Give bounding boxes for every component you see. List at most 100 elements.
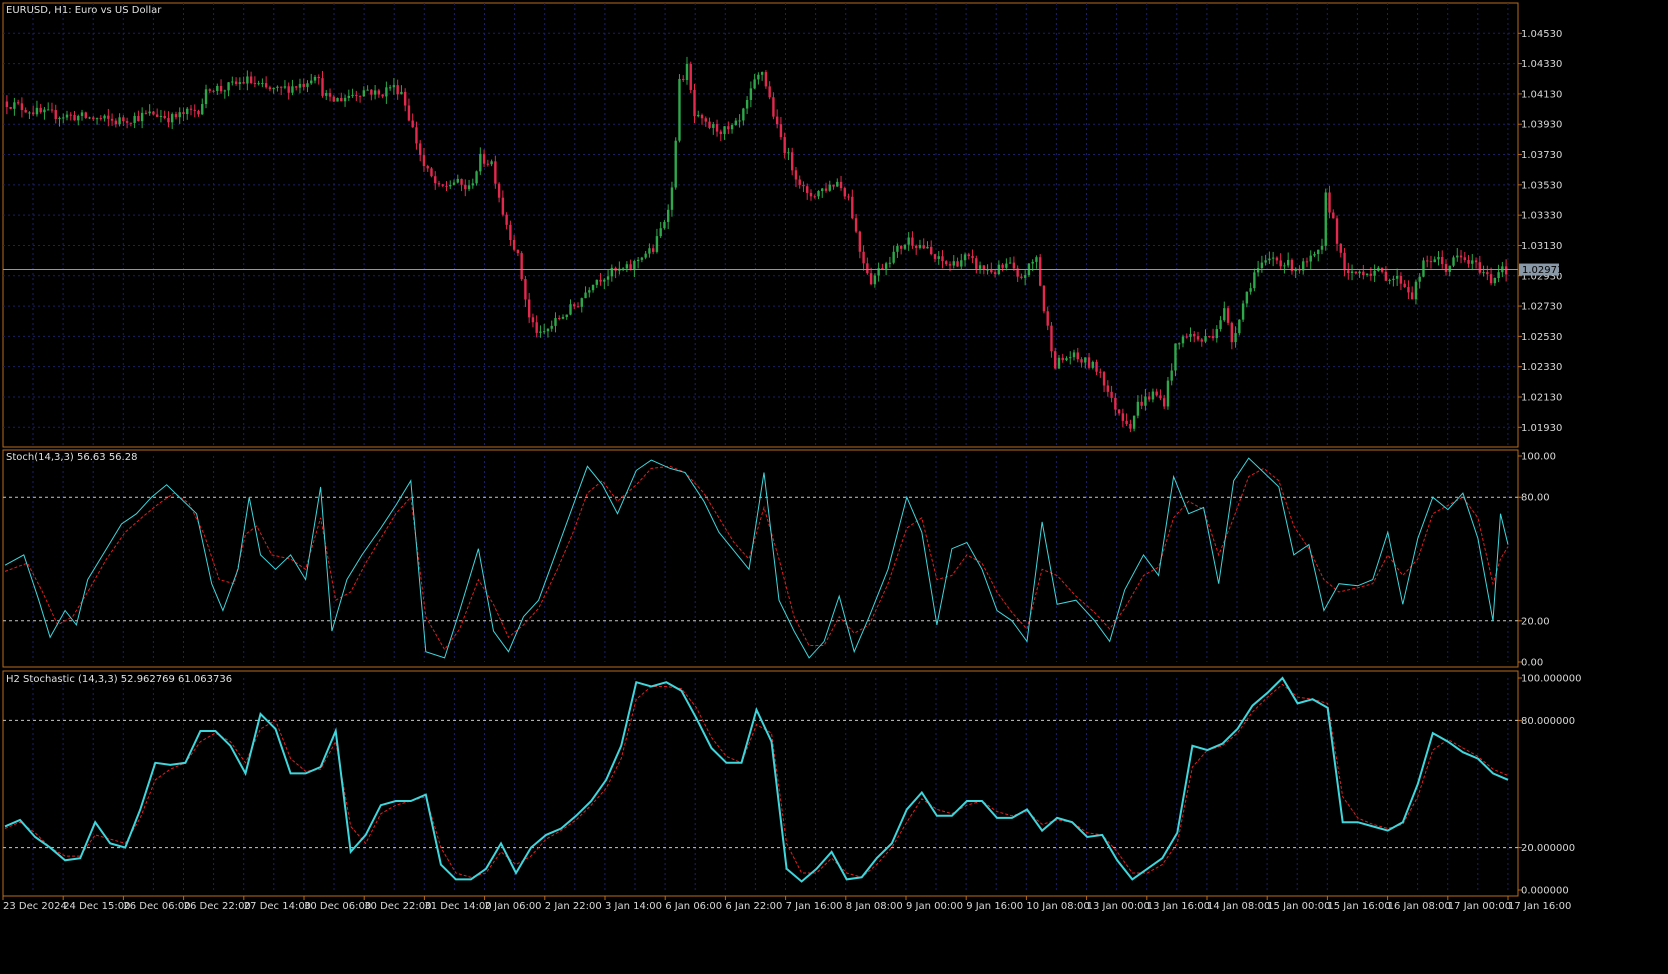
candle-body[interactable] [1091, 361, 1094, 368]
candle-body[interactable] [606, 276, 610, 280]
candle-body[interactable] [178, 112, 181, 118]
candle-body[interactable] [362, 90, 366, 97]
candle-body[interactable] [1332, 212, 1335, 219]
candle-body[interactable] [584, 292, 587, 299]
candle-body[interactable] [125, 121, 129, 123]
candle-body[interactable] [1373, 270, 1376, 276]
candle-body[interactable] [5, 101, 9, 107]
candle-body[interactable] [1005, 263, 1008, 268]
candle-body[interactable] [787, 152, 790, 154]
candle-body[interactable] [223, 90, 227, 92]
candle-body[interactable] [482, 153, 486, 164]
candle-body[interactable] [580, 298, 583, 307]
candle-body[interactable] [497, 183, 501, 198]
candle-body[interactable] [1147, 396, 1151, 400]
candle-body[interactable] [434, 176, 437, 184]
candle-body[interactable] [888, 262, 892, 264]
candle-body[interactable] [370, 89, 373, 95]
candle-body[interactable] [441, 184, 444, 186]
candle-body[interactable] [764, 72, 768, 87]
candle-body[interactable] [948, 264, 952, 266]
candle-body[interactable] [1121, 413, 1125, 421]
candle-body[interactable] [201, 104, 204, 115]
candle-body[interactable] [167, 118, 170, 123]
candle-body[interactable] [1136, 401, 1140, 416]
candle-body[interactable] [595, 279, 599, 285]
candle-body[interactable] [133, 115, 136, 123]
candle-body[interactable] [295, 86, 298, 88]
candle-body[interactable] [1223, 308, 1226, 321]
candle-body[interactable] [1317, 249, 1320, 255]
candle-body[interactable] [35, 107, 39, 115]
candle-body[interactable] [62, 117, 65, 119]
candle-body[interactable] [1125, 420, 1128, 424]
candle-body[interactable] [749, 88, 753, 100]
candle-body[interactable] [1399, 275, 1403, 284]
candle-body[interactable] [13, 102, 16, 109]
candle-body[interactable] [1403, 283, 1406, 288]
candle-body[interactable] [140, 112, 144, 122]
candle-body[interactable] [1129, 423, 1132, 429]
candle-body[interactable] [1178, 343, 1181, 345]
candle-body[interactable] [1275, 257, 1279, 261]
candle-body[interactable] [712, 124, 715, 128]
candle-body[interactable] [403, 91, 407, 106]
candle-body[interactable] [1395, 275, 1399, 279]
candle-body[interactable] [467, 185, 471, 190]
candle-body[interactable] [283, 86, 287, 88]
candle-body[interactable] [159, 115, 163, 117]
candle-body[interactable] [847, 196, 850, 198]
candle-body[interactable] [494, 161, 497, 184]
candle-body[interactable] [501, 197, 505, 215]
candle-body[interactable] [1162, 398, 1166, 407]
candle-body[interactable] [99, 118, 103, 120]
candle-body[interactable] [693, 89, 696, 117]
candle-body[interactable] [603, 279, 606, 282]
candle-body[interactable] [1061, 357, 1064, 361]
candle-body[interactable] [772, 97, 775, 117]
candle-body[interactable] [261, 83, 264, 85]
candle-body[interactable] [651, 248, 655, 252]
candle-body[interactable] [839, 181, 843, 189]
candle-body[interactable] [708, 121, 711, 128]
candle-body[interactable] [960, 260, 963, 267]
candle-body[interactable] [84, 112, 87, 118]
candle-body[interactable] [313, 77, 317, 81]
candle-body[interactable] [779, 124, 783, 138]
stochastic-pane[interactable]: 100.00 80.00 20.00 0.00 Stoch(14,3,3) 56.63… [2, 449, 1556, 669]
candle-body[interactable] [152, 111, 155, 115]
candle-body[interactable] [325, 93, 328, 96]
candle-body[interactable] [31, 112, 35, 115]
candle-body[interactable] [1268, 258, 1271, 261]
candle-body[interactable] [760, 72, 764, 75]
candle-body[interactable] [821, 188, 824, 192]
candle-body[interactable] [1347, 270, 1350, 274]
candle-body[interactable] [1001, 264, 1004, 268]
candle-body[interactable] [648, 248, 651, 254]
candle-body[interactable] [302, 83, 305, 87]
candle-body[interactable] [276, 86, 279, 88]
candle-body[interactable] [238, 82, 242, 84]
candle-body[interactable] [1155, 391, 1158, 396]
candle-body[interactable] [1132, 415, 1136, 429]
candle-body[interactable] [253, 83, 257, 85]
candle-body[interactable] [1031, 261, 1034, 264]
candle-body[interactable] [1057, 357, 1061, 369]
candle-body[interactable] [437, 183, 441, 185]
candle-body[interactable] [366, 89, 369, 91]
candle-body[interactable] [336, 97, 339, 102]
candle-body[interactable] [1095, 361, 1098, 372]
candle-body[interactable] [633, 261, 636, 271]
candle-body[interactable] [298, 83, 302, 88]
candle-body[interactable] [903, 244, 907, 249]
candle-body[interactable] [1463, 257, 1466, 261]
candle-body[interactable] [809, 192, 813, 197]
candle-body[interactable] [1493, 277, 1497, 284]
candle-body[interactable] [1467, 260, 1470, 264]
candle-body[interactable] [1042, 285, 1046, 312]
candle-body[interactable] [1144, 396, 1147, 406]
candle-body[interactable] [1452, 257, 1455, 266]
candle-body[interactable] [1365, 273, 1369, 276]
candle-body[interactable] [212, 90, 215, 92]
candle-body[interactable] [204, 89, 208, 105]
